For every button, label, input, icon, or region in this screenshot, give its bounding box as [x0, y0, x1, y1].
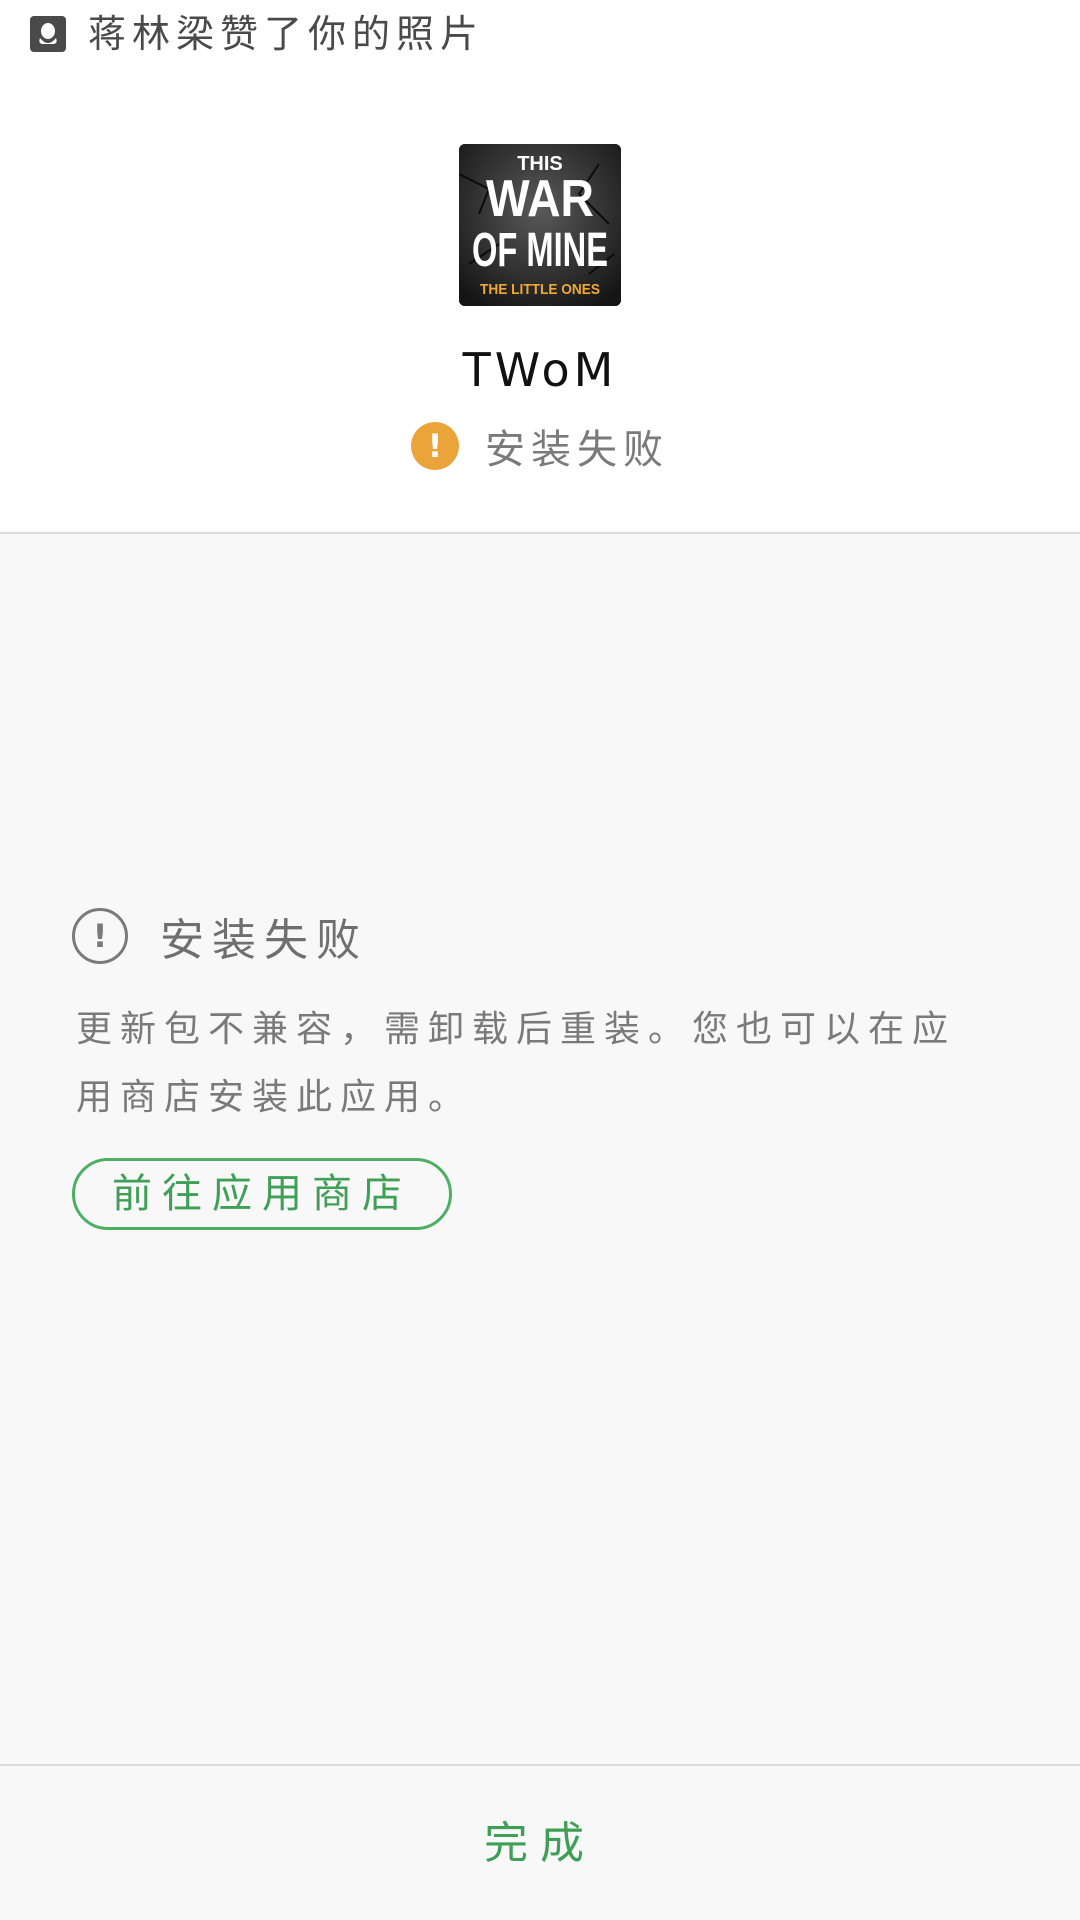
warning-icon: !: [411, 422, 459, 470]
app-icon: THIS WAR OF MINE THE LITTLE ONES: [459, 144, 621, 306]
open-app-store-button[interactable]: 前往应用商店: [72, 1158, 452, 1230]
done-button[interactable]: 完成: [0, 1766, 1080, 1920]
footer-bar: 完成: [0, 1764, 1080, 1920]
app-icon-title-line2: WAR: [486, 170, 594, 228]
app-header: THIS WAR OF MINE THE LITTLE ONES TWoM ! …: [0, 68, 1080, 534]
app-icon-title-line3: OF MINE: [472, 224, 608, 277]
install-status-text: 安装失败: [485, 427, 669, 473]
failure-title: 安装失败: [160, 915, 368, 966]
notification-text: 蒋林梁赞了你的照片: [88, 12, 485, 56]
failure-description: 更新包不兼容，需卸载后重装。您也可以在应用商店安装此应用。: [76, 1009, 957, 1118]
app-name: TWoM: [462, 343, 618, 397]
install-status-row: ! 安装失败: [0, 418, 1080, 474]
qq-penguin-icon: [30, 16, 66, 52]
failure-details: ! 安装失败 更新包不兼容，需卸载后重装。您也可以在应用商店安装此应用。 前往应…: [0, 534, 1080, 1764]
notification-bar[interactable]: 蒋林梁赞了你的照片: [0, 0, 1080, 68]
failure-title-row: ! 安装失败: [72, 906, 368, 966]
app-icon-subtitle: THE LITTLE ONES: [480, 281, 600, 298]
alert-circle-icon: !: [72, 908, 128, 964]
install-result-screen: 蒋林梁赞了你的照片 THIS WAR OF MINE THE LITTLE ON…: [0, 0, 1080, 1920]
